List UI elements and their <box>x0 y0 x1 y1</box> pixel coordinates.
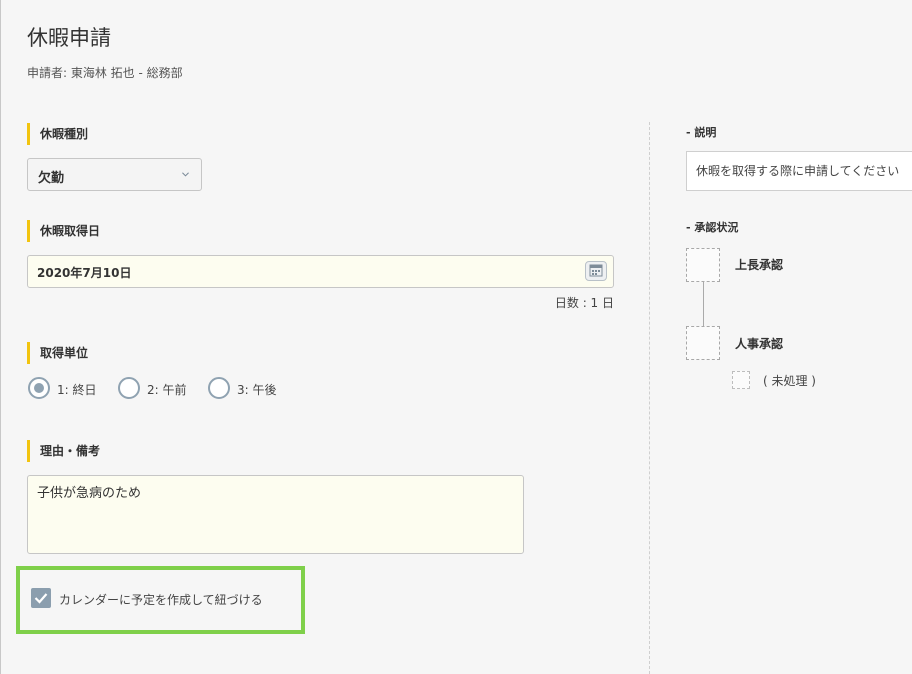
approval-node-supervisor <box>686 248 720 282</box>
days-count: 日数 : 1 日 <box>554 296 614 310</box>
leave-type-label: 休暇種別 <box>27 123 88 145</box>
approval-step-hr: 人事承認 <box>735 337 784 351</box>
reason-textarea[interactable]: 子供が急病のため <box>27 475 524 554</box>
approval-step-supervisor: 上長承認 <box>735 258 784 272</box>
radio-circle <box>208 377 230 399</box>
checkbox-label: カレンダーに予定を作成して紐づける <box>59 593 263 607</box>
approval-status-label: - 承認状況 <box>686 221 739 234</box>
leave-type-value: 欠勤 <box>38 171 65 186</box>
unit-label: 取得単位 <box>27 342 88 364</box>
radio-label: 1: 終日 <box>57 383 97 397</box>
radio-circle-selected <box>28 377 50 399</box>
check-icon <box>34 593 48 604</box>
approval-pending-status: ( 未処理 ) <box>763 374 816 388</box>
leave-date-label: 休暇取得日 <box>27 220 100 242</box>
checkbox-checked[interactable] <box>31 588 51 608</box>
radio-circle <box>118 377 140 399</box>
approval-connector <box>703 282 704 326</box>
applicant-info: 申請者: 東海林 拓也 - 総務部 <box>27 66 183 80</box>
column-divider <box>649 122 650 674</box>
page-title: 休暇申請 <box>27 26 111 50</box>
description-label: - 説明 <box>686 126 717 139</box>
radio-label: 2: 午前 <box>147 383 187 397</box>
calendar-button[interactable] <box>585 261 607 281</box>
left-border <box>0 0 1 674</box>
leave-date-input[interactable]: 2020年7月10日 <box>27 255 614 288</box>
reason-label: 理由・備考 <box>27 440 100 462</box>
approval-node-hr <box>686 326 720 360</box>
radio-label: 3: 午後 <box>237 383 277 397</box>
leave-date-value: 2020年7月10日 <box>37 266 132 280</box>
approver-placeholder <box>732 371 750 389</box>
chevron-down-icon <box>182 172 189 177</box>
calendar-icon <box>589 264 603 277</box>
leave-type-select[interactable]: 欠勤 <box>27 158 202 191</box>
description-box: 休暇を取得する際に申請してください <box>686 151 912 191</box>
